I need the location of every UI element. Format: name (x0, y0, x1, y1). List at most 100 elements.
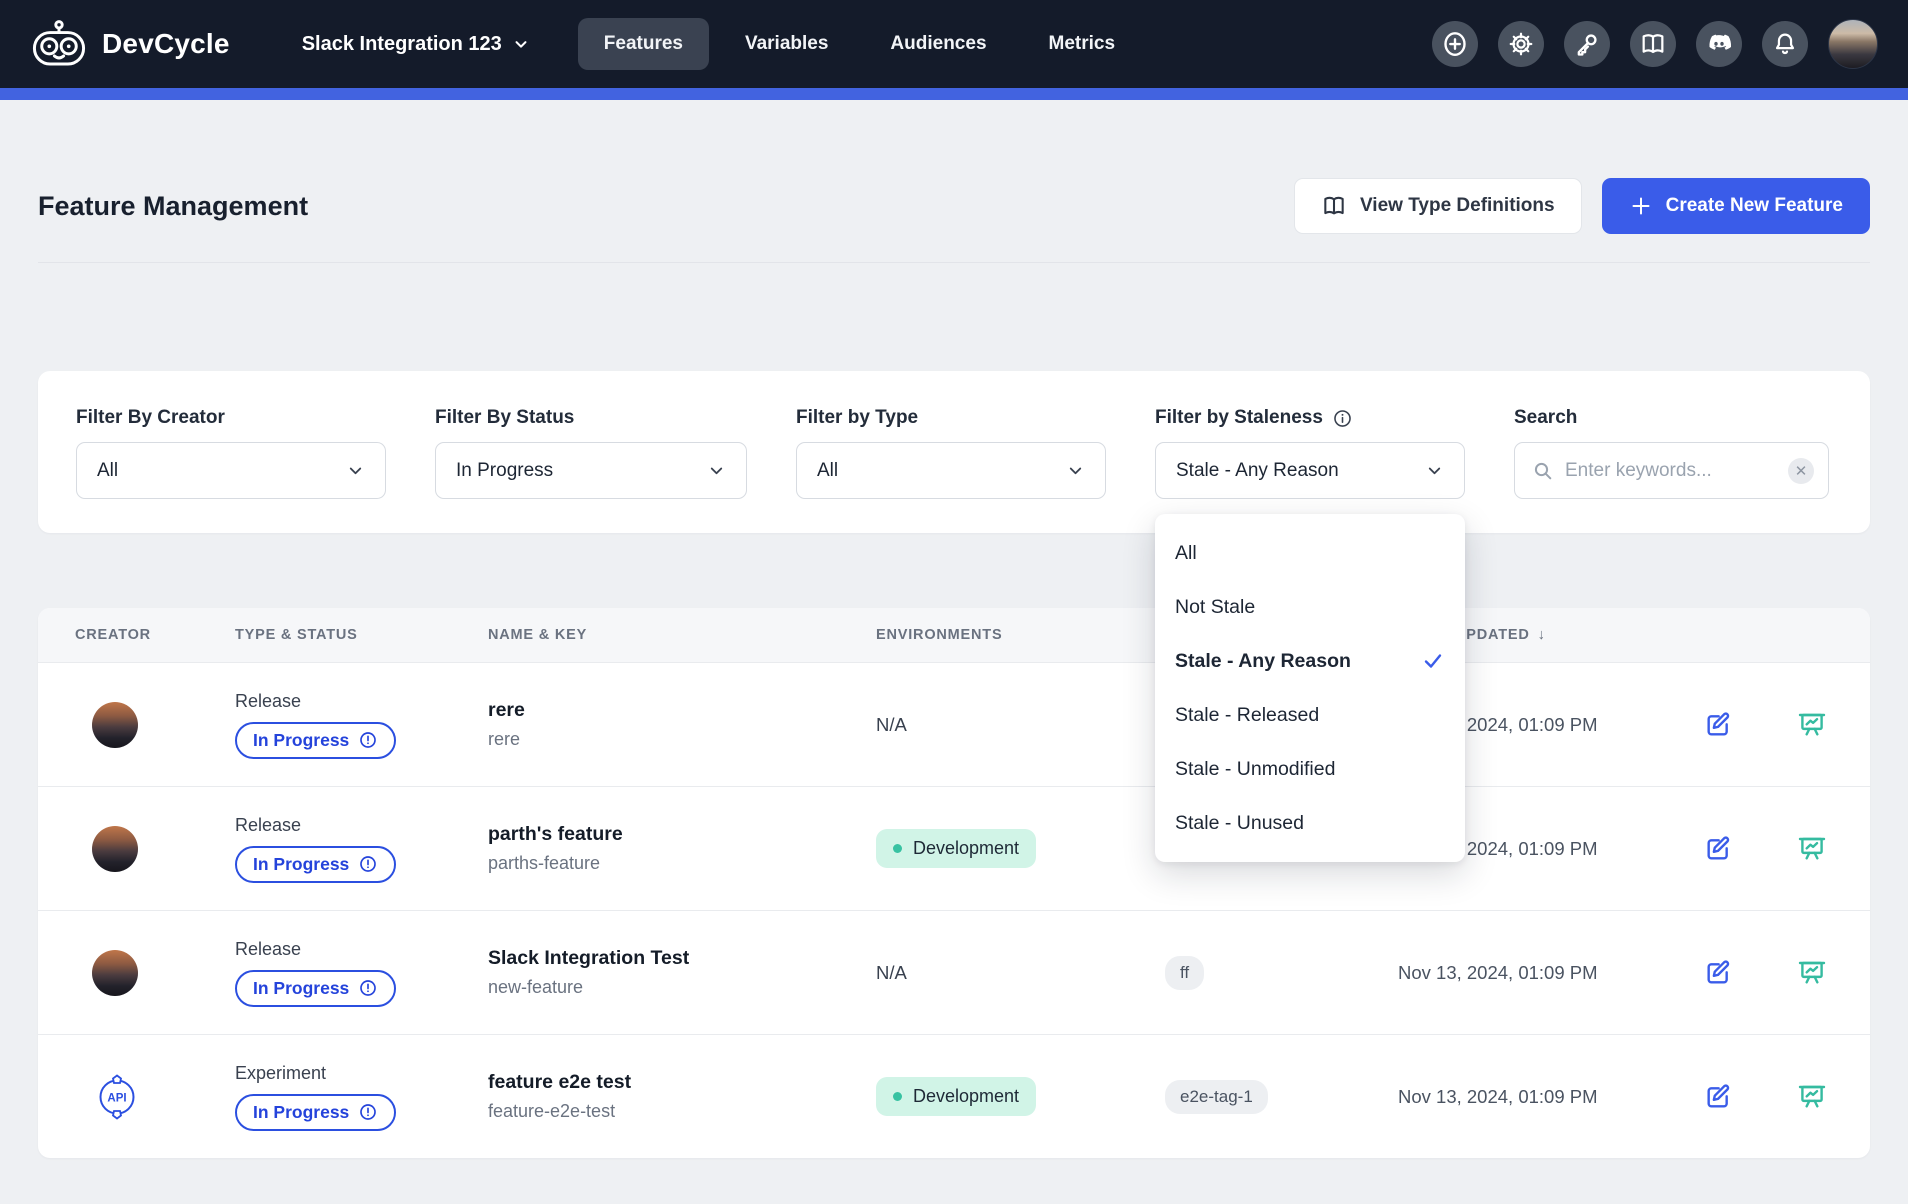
edit-feature-icon[interactable] (1702, 833, 1734, 865)
accent-stripe (0, 88, 1908, 100)
view-type-definitions-button[interactable]: View Type Definitions (1294, 178, 1582, 234)
edit-feature-icon[interactable] (1702, 709, 1734, 741)
filter-group-creator: Filter By Creator All (76, 407, 386, 499)
filter-type-select[interactable]: All (796, 442, 1106, 499)
brand-name: DevCycle (102, 28, 230, 60)
user-avatar[interactable] (1828, 19, 1878, 69)
environments-cell: Development (876, 1077, 1165, 1116)
column-header-type-status[interactable]: TYPE & STATUS (235, 627, 488, 643)
table-row[interactable]: Release In Progress rere rere N/A Nov 13… (38, 662, 1870, 786)
column-header-creator[interactable]: CREATOR (38, 627, 235, 643)
filter-staleness-select[interactable]: Stale - Any Reason (1155, 442, 1465, 499)
features-table: CREATOR TYPE & STATUS NAME & KEY ENVIRON… (38, 608, 1870, 1158)
updated-timestamp: Nov 13, 2024, 01:09 PM (1398, 962, 1598, 983)
updated-cell: Nov 13, 2024, 01:09 PM (1398, 962, 1680, 984)
create-new-feature-button[interactable]: Create New Feature (1602, 178, 1870, 234)
environment-badge[interactable]: Development (876, 1077, 1036, 1116)
chevron-down-icon (512, 35, 530, 53)
filter-status-select[interactable]: In Progress (435, 442, 747, 499)
filter-status-value: In Progress (456, 460, 553, 482)
staleness-option-stale-released[interactable]: Stale - Released (1155, 688, 1465, 742)
discord-button[interactable] (1696, 21, 1742, 67)
name-key-cell[interactable]: feature e2e test feature-e2e-test (488, 1071, 876, 1122)
name-key-cell[interactable]: Slack Integration Test new-feature (488, 947, 876, 998)
status-badge[interactable]: In Progress (235, 846, 396, 883)
gear-icon (1507, 30, 1535, 58)
name-key-cell[interactable]: rere rere (488, 699, 876, 750)
book-icon (1639, 30, 1667, 58)
actions-cell (1680, 833, 1870, 865)
tag-pill: e2e-tag-1 (1165, 1080, 1268, 1114)
staleness-option-all[interactable]: All (1155, 526, 1465, 580)
option-label: All (1175, 542, 1197, 565)
feature-metrics-icon[interactable] (1796, 1081, 1828, 1113)
environment-badge[interactable]: Development (876, 829, 1036, 868)
tab-audiences[interactable]: Audiences (864, 18, 1012, 70)
clear-search-icon[interactable]: ✕ (1788, 458, 1814, 484)
filter-group-search: Search ✕ (1514, 407, 1829, 499)
project-name: Slack Integration 123 (302, 33, 502, 56)
actions-cell (1680, 957, 1870, 989)
creator-avatar (92, 702, 138, 748)
alert-circle-icon (358, 1102, 378, 1122)
updated-header-text: UPDATED (1455, 627, 1530, 643)
search-input[interactable] (1565, 460, 1778, 482)
table-row[interactable]: Release In Progress Slack Integration Te… (38, 910, 1870, 1034)
add-new-button[interactable] (1432, 21, 1478, 67)
staleness-option-stale-unmodified[interactable]: Stale - Unmodified (1155, 742, 1465, 796)
chevron-down-icon (346, 461, 365, 480)
header-divider (38, 262, 1870, 263)
status-badge[interactable]: In Progress (235, 722, 396, 759)
environments-value: N/A (876, 714, 907, 735)
filter-creator-select[interactable]: All (76, 442, 386, 499)
book-icon (1321, 193, 1347, 219)
tab-metrics[interactable]: Metrics (1023, 18, 1142, 70)
check-icon (1421, 649, 1445, 673)
feature-key: new-feature (488, 977, 876, 998)
staleness-dropdown-menu: All Not Stale Stale - Any Reason Stale -… (1155, 514, 1465, 862)
option-label: Stale - Released (1175, 704, 1319, 727)
notifications-button[interactable] (1762, 21, 1808, 67)
search-icon (1531, 459, 1555, 483)
api-keys-button[interactable] (1564, 21, 1610, 67)
info-icon[interactable] (1332, 408, 1353, 429)
staleness-option-not-stale[interactable]: Not Stale (1155, 580, 1465, 634)
filter-group-type: Filter by Type All (796, 407, 1106, 499)
edit-feature-icon[interactable] (1702, 1081, 1734, 1113)
staleness-option-stale-unused[interactable]: Stale - Unused (1155, 796, 1465, 850)
name-key-cell[interactable]: parth's feature parths-feature (488, 823, 876, 874)
feature-metrics-icon[interactable] (1796, 957, 1828, 989)
bell-icon (1771, 30, 1799, 58)
plus-icon (1629, 194, 1653, 218)
header-actions: View Type Definitions Create New Feature (1294, 178, 1870, 234)
tab-features[interactable]: Features (578, 18, 709, 70)
documentation-button[interactable] (1630, 21, 1676, 67)
table-row[interactable]: API Experiment In Progress feature e2e t… (38, 1034, 1870, 1158)
filter-staleness-value: Stale - Any Reason (1176, 460, 1339, 482)
filter-status-label: Filter By Status (435, 407, 747, 429)
environment-status-dot (893, 844, 902, 853)
navbar-utilities (1432, 19, 1878, 69)
page-header: Feature Management View Type Definitions… (38, 178, 1870, 234)
staleness-option-stale-any-reason[interactable]: Stale - Any Reason (1155, 634, 1465, 688)
settings-button[interactable] (1498, 21, 1544, 67)
status-badge[interactable]: In Progress (235, 970, 396, 1007)
tab-variables[interactable]: Variables (719, 18, 854, 70)
option-label: Stale - Unmodified (1175, 758, 1335, 781)
feature-metrics-icon[interactable] (1796, 709, 1828, 741)
status-badge[interactable]: In Progress (235, 1094, 396, 1131)
column-header-environments[interactable]: ENVIRONMENTS (876, 627, 1165, 643)
column-header-name-key[interactable]: NAME & KEY (488, 627, 876, 643)
updated-timestamp: Nov 13, 2024, 01:09 PM (1398, 1086, 1598, 1107)
brand[interactable]: DevCycle (30, 20, 230, 68)
feature-name: Slack Integration Test (488, 947, 876, 970)
feature-metrics-icon[interactable] (1796, 833, 1828, 865)
feature-key: parths-feature (488, 853, 876, 874)
status-label: In Progress (253, 978, 349, 999)
chevron-down-icon (1425, 461, 1444, 480)
feature-type: Release (235, 691, 488, 712)
project-selector[interactable]: Slack Integration 123 (302, 33, 530, 56)
edit-feature-icon[interactable] (1702, 957, 1734, 989)
table-row[interactable]: Release In Progress parth's feature part… (38, 786, 1870, 910)
option-label: Not Stale (1175, 596, 1255, 619)
